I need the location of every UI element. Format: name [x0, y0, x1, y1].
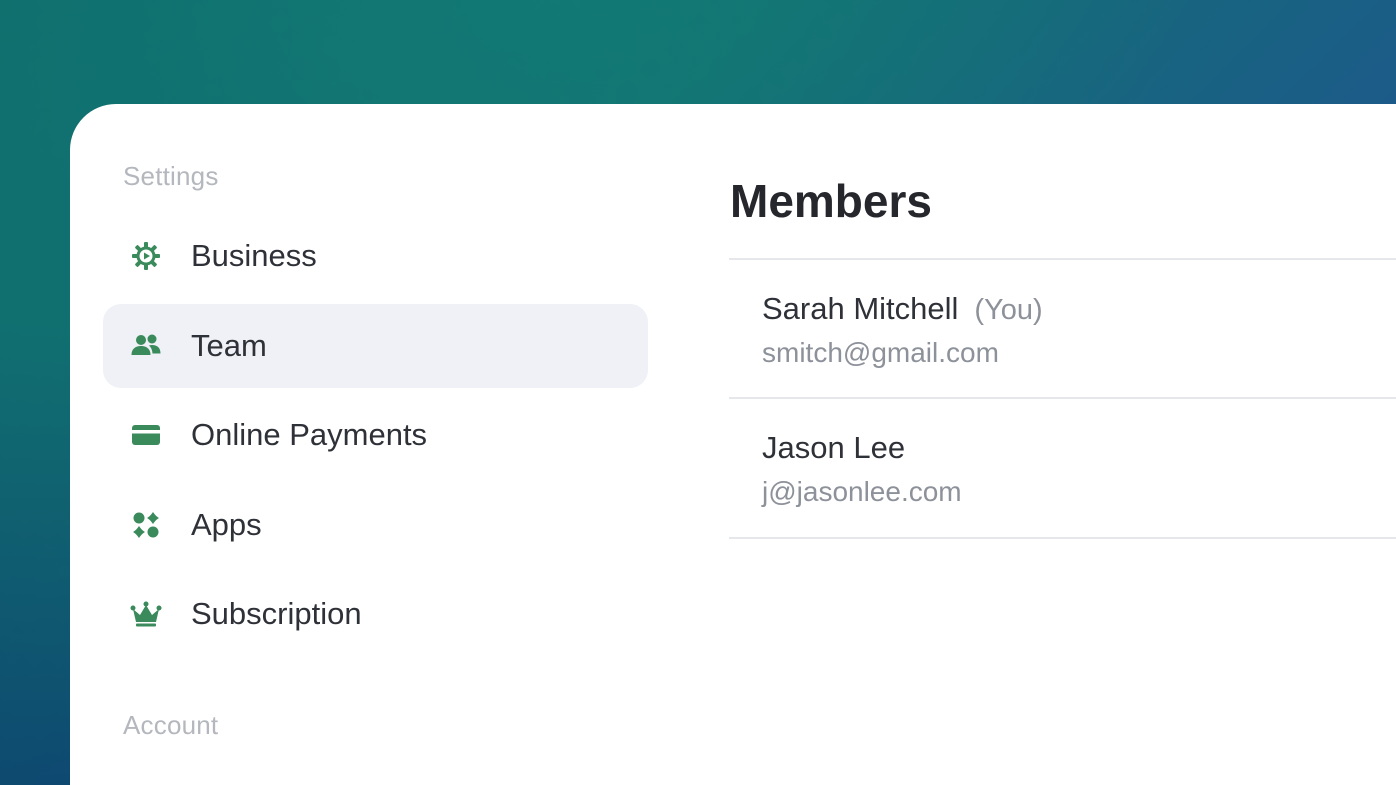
member-row[interactable]: Sarah Mitchell (You) smitch@gmail.com [762, 291, 1382, 369]
sidebar-item-team[interactable]: Team [103, 304, 648, 388]
member-name: Jason Lee [762, 430, 906, 465]
team-icon [128, 328, 164, 364]
member-email: j@jasonlee.com [762, 476, 962, 507]
gear-icon [128, 238, 164, 274]
sidebar-item-subscription[interactable]: Subscription [103, 572, 648, 656]
divider [729, 397, 1396, 399]
member-row[interactable]: Jason Lee j@jasonlee.com [762, 430, 1382, 508]
sidebar-item-label: Team [191, 328, 267, 363]
page-title: Members [730, 175, 932, 227]
member-name-line: Sarah Mitchell (You) [762, 291, 1382, 327]
sidebar-item-business[interactable]: Business [103, 214, 648, 298]
settings-window: Settings Business Team Online Payments A… [70, 104, 1396, 785]
credit-card-icon [128, 417, 164, 453]
divider [729, 537, 1396, 539]
sidebar-item-label: Online Payments [191, 417, 428, 452]
sidebar-item-apps[interactable]: Apps [103, 483, 648, 567]
account-section-label: Account [123, 710, 219, 740]
apps-icon [128, 507, 164, 543]
you-badge: (You) [974, 294, 1043, 326]
sidebar-item-online-payments[interactable]: Online Payments [103, 393, 648, 477]
crown-icon [128, 596, 164, 632]
sidebar-item-label: Business [191, 238, 317, 273]
settings-section-label: Settings [123, 161, 219, 191]
member-name: Sarah Mitchell [762, 291, 959, 326]
member-name-line: Jason Lee [762, 430, 1382, 466]
member-email: smitch@gmail.com [762, 337, 999, 368]
divider [729, 258, 1396, 260]
sidebar-item-label: Apps [191, 507, 262, 542]
sidebar-item-label: Subscription [191, 596, 362, 631]
